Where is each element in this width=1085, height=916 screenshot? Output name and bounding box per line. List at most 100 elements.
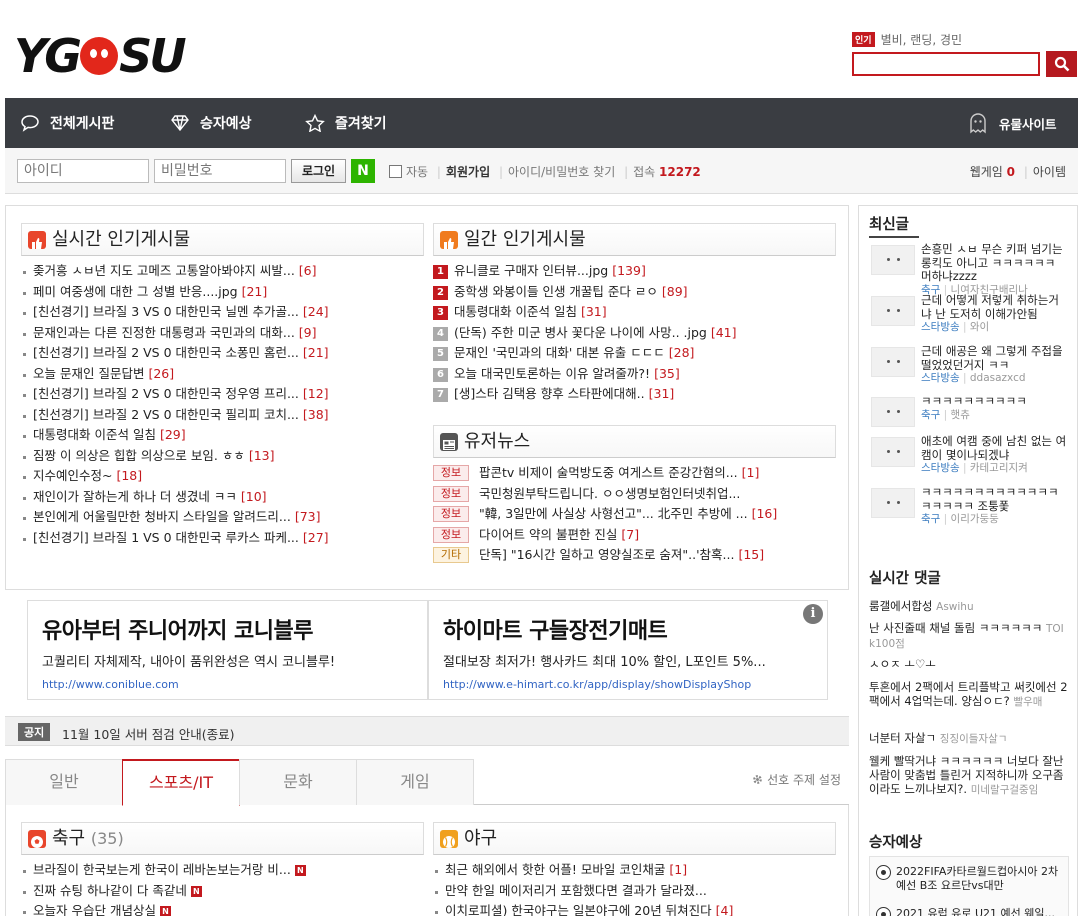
find-account-link[interactable]: 아이디/비밀번호 찾기: [508, 165, 615, 179]
id-input[interactable]: 아이디: [17, 159, 149, 183]
list-item[interactable]: [친선경기] 브라질 2 VS 0 대한민국 정우영 프리... [12]: [21, 384, 421, 405]
tab-culture[interactable]: 문화: [239, 759, 357, 805]
list-item[interactable]: 본인에게 어울릴만한 청바지 스타일을 알려드리... [73]: [21, 507, 421, 528]
post-title: 좆거흥 ㅅㅂ년 지도 고메즈 고통알아봐야지 씨발...: [33, 263, 295, 278]
list-item[interactable]: [친선경기] 브라질 3 VS 0 대한민국 닐멘 추가골... [24]: [21, 302, 421, 323]
list-item[interactable]: 브라질이 한국보는게 한국이 레바논보는거랑 비... N: [21, 860, 421, 881]
webgame-link[interactable]: 웹게임: [970, 165, 1003, 179]
search-input[interactable]: [852, 52, 1040, 76]
list-item[interactable]: 7 [생]스타 김택용 향후 스타판에대해.. [31]: [433, 384, 836, 405]
recent-post[interactable]: 근데 애공은 왜 그렇게 주접을 떨었었던거지 ㅋㅋ 스타방송 | ddasazx…: [871, 344, 1067, 389]
comment-item[interactable]: 투혼에서 2팩에서 트리플박고 써킷에선 2팩에서 4업먹는데. 양심ㅇㄷ? 빨…: [869, 680, 1069, 709]
password-input[interactable]: 비밀번호: [154, 159, 286, 183]
list-item[interactable]: 2 중학생 와봉이들 인생 개꿀팁 준다 ㄹㅇ [89]: [433, 282, 836, 303]
popular-keyword-list[interactable]: 별비, 랜딩, 경민: [881, 33, 963, 47]
list-item[interactable]: 이치로피셜) 한국야구는 일본야구에 20년 뒤쳐진다 [4]: [433, 901, 833, 916]
list-item[interactable]: 좆거흥 ㅅㅂ년 지도 고메즈 고통알아봐야지 씨발... [6]: [21, 261, 421, 282]
recent-post[interactable]: 근데 어떻게 저렇게 취하는거냐 난 도저히 이해가안됨 스타방송 | 와이: [871, 293, 1067, 338]
notice-bar[interactable]: 공지 11월 10일 서버 점검 안내(종료): [5, 716, 849, 746]
list-item[interactable]: 대통령대화 이준석 일침 [29]: [21, 425, 421, 446]
list-item[interactable]: 정보 다이어트 약의 불편한 진실 [7]: [433, 525, 836, 546]
ad-himart[interactable]: 하이마트 구들장전기매트 절대보장 최저가! 행사카드 최대 10% 할인, L…: [428, 600, 828, 700]
comment-item[interactable]: 너분터 자살ㄱ 징징이들자살ㄱ: [869, 731, 1069, 746]
tab-game[interactable]: 게임: [356, 759, 474, 805]
nav-favorites[interactable]: 즐겨찾기: [305, 98, 387, 148]
predict-item[interactable]: 2021 유럽 유로 U21 예선 웨일...: [876, 907, 1066, 916]
login-button[interactable]: 로그인: [291, 159, 346, 183]
search-button[interactable]: [1046, 51, 1077, 77]
recent-post[interactable]: 손흥민 ㅅㅂ 무슨 키퍼 넘기는 롱킥도 아니고 ㅋㅋㅋㅋㅋㅋ 머하냐zzzz 축…: [871, 242, 1067, 296]
list-item[interactable]: 1 유니클로 구매자 인터뷰...jpg [139]: [433, 261, 836, 282]
comment-item[interactable]: 난 사진줄때 채널 돌림 ㅋㅋㅋㅋㅋㅋ TOIk100점: [869, 621, 1069, 651]
comment-item[interactable]: 룸갤에서합성 Aswihu: [869, 599, 1069, 614]
predict-item[interactable]: 2022FIFA카타르월드컵아시아 2차예선 B조 요르단vs대만: [876, 865, 1066, 893]
soccer-ball-icon: [876, 865, 891, 880]
list-item[interactable]: 문재인과는 다른 진정한 대통령과 국민과의 대화... [9]: [21, 323, 421, 344]
comment-item[interactable]: 웰케 빨딱거냐 ㅋㅋㅋㅋㅋㅋ 너보다 잘난사람이 맞춤법 틀린거 지적하니까 오…: [869, 754, 1069, 797]
predict-box: 2022FIFA카타르월드컵아시아 2차예선 B조 요르단vs대만 2021 유…: [869, 856, 1069, 916]
auto-login-checkbox[interactable]: [389, 165, 402, 178]
list-item[interactable]: 진짜 슈팅 하나같이 다 족같네 N: [21, 881, 421, 902]
comment-count: [16]: [751, 506, 778, 521]
notice-text[interactable]: 11월 10일 서버 점검 안내(종료): [62, 724, 234, 743]
post-title: 유니클로 구매자 인터뷰...jpg: [454, 263, 609, 278]
post-title: 재인이가 잘하는게 하나 더 생겼네 ㅋㅋ: [33, 488, 237, 504]
nav-ghost-site[interactable]: 유물사이트: [967, 98, 1057, 148]
post-title: [친선경기] 브라질 2 VS 0 대한민국 필리피 코치...: [33, 406, 299, 422]
ad-info-icon[interactable]: i: [803, 604, 823, 624]
list-item[interactable]: 5 문재인 '국민과의 대화' 대본 유출 ㄷㄷㄷ [28]: [433, 343, 836, 364]
preference-settings[interactable]: 선호 주제 설정: [752, 771, 841, 788]
list-item[interactable]: 페미 여중생에 대한 그 성별 반응....jpg [21]: [21, 282, 421, 303]
list-item[interactable]: 4 (단독) 주한 미군 병사 꽃다운 나이에 사망.. .jpg [41]: [433, 323, 836, 344]
list-item[interactable]: 정보 "韓, 3일만에 사실상 사형선고"... 北주민 추방에 ... [16]: [433, 504, 836, 525]
recent-post-author: ddasazxcd: [969, 372, 1026, 384]
soccer-title[interactable]: 축구: [52, 828, 85, 849]
list-item[interactable]: 정보 팝콘tv 비제이 술먹방도중 여게스트 준강간혐의... [1]: [433, 463, 836, 484]
list-item[interactable]: 3 대통령대화 이준석 일침 [31]: [433, 302, 836, 323]
recent-posts-title: 최신글: [869, 217, 910, 233]
recent-post[interactable]: ㅋㅋㅋㅋㅋㅋㅋㅋㅋㅋㅋㅋㅋㅋㅋㅋㅋㅋ 조퉁퐃 축구 | 이리가둥둥: [871, 485, 1067, 530]
tab-general[interactable]: 일반: [5, 759, 123, 805]
soccer-header: 축구 (35): [21, 822, 424, 855]
post-title: 문재인 '국민과의 대화' 대본 유출 ㄷㄷㄷ: [454, 345, 665, 360]
list-item[interactable]: 6 오늘 대국민토론하는 이유 알려줄까?! [35]: [433, 364, 836, 385]
comment-item[interactable]: ㅅㅇㅈ ㅗ♡ㅗ: [869, 657, 1069, 672]
list-item[interactable]: 재인이가 잘하는게 하나 더 생겼네 ㅋㅋ [10]: [21, 487, 421, 508]
list-item[interactable]: [친선경기] 브라질 1 VS 0 대한민국 루카스 파케... [27]: [21, 528, 421, 549]
list-item[interactable]: [친선경기] 브라질 2 VS 0 대한민국 필리피 코치... [38]: [21, 405, 421, 426]
list-item[interactable]: 최근 해외에서 핫한 어플! 모바일 코인채굴 [1]: [433, 860, 833, 881]
post-title: [친선경기] 브라질 3 VS 0 대한민국 닐멘 추가골...: [33, 304, 299, 319]
recent-post[interactable]: 애초에 여캠 중에 남친 없는 여캠이 몇이나되겠냐 스타방송 | 카테고리지켜: [871, 434, 1067, 479]
online-count: 12272: [659, 165, 701, 179]
logo[interactable]: YG SU: [14, 26, 194, 86]
list-item[interactable]: [친선경기] 브라질 2 VS 0 대한민국 소퐁민 홈런... [21]: [21, 343, 421, 364]
tab-sports-it[interactable]: 스포츠/IT: [122, 759, 240, 806]
recent-post[interactable]: ㅋㅋㅋㅋㅋㅋㅋㅋㅋㅋ 축구 | 햇츄: [871, 394, 1067, 439]
post-title: 이치로피셜) 한국야구는 일본야구에 20년 뒤쳐진다: [445, 903, 712, 916]
search-icon: [1054, 56, 1069, 72]
rank-badge: 7: [433, 388, 448, 402]
post-title: (단독) 주한 미군 병사 꽃다운 나이에 사망.. .jpg: [454, 324, 707, 340]
list-item[interactable]: 만약 한일 메이저리거 포함했다면 결과가 달라졌...: [433, 881, 833, 902]
realtime-list: 좆거흥 ㅅㅂ년 지도 고메즈 고통알아봐야지 씨발... [6] 페미 여중생에 …: [21, 261, 421, 548]
baseball-title[interactable]: 야구: [464, 828, 497, 849]
signup-link[interactable]: 회원가입: [446, 165, 490, 179]
recent-post-text: 손흥민 ㅅㅂ 무슨 키퍼 넘기는 롱킥도 아니고 ㅋㅋㅋㅋㅋㅋ 머하냐zzzz: [921, 242, 1063, 283]
auto-login-label[interactable]: 자동: [406, 165, 428, 179]
item-link[interactable]: 아이템: [1033, 165, 1066, 179]
popular-badge: 인기: [852, 32, 875, 47]
nav-predict[interactable]: 승자예상: [170, 98, 252, 148]
realtime-comments-title: 실시간 댓글: [869, 571, 941, 587]
list-item[interactable]: 정보 국민청원부탁드립니다. ㅇㅇ생명보험인터넷취업...: [433, 484, 836, 505]
list-item[interactable]: 기타 단독] "16시간 일하고 영양실조로 숨져"..'참혹... [15]: [433, 545, 836, 566]
list-item[interactable]: 오늘 문재인 질문답변 [26]: [21, 364, 421, 385]
nav-board[interactable]: 전체게시판: [20, 98, 114, 148]
list-item[interactable]: 오늘자 우습단 개념상실 N: [21, 901, 421, 916]
list-item[interactable]: 짐짱 이 의상은 힙합 의상으로 보임. ㅎㅎ [13]: [21, 446, 421, 467]
naver-login-button[interactable]: N: [351, 159, 375, 183]
recent-post-author: 와이: [969, 321, 990, 333]
popular-keywords: 인기 별비, 랜딩, 경민: [852, 31, 962, 48]
list-item[interactable]: 지수예인수정~ [18]: [21, 466, 421, 487]
ad-coniblue[interactable]: 유아부터 주니어까지 코니블루 고퀄리티 자체제작, 내아이 품위완성은 역시 …: [27, 600, 428, 700]
comment-text: 난 사진줄때 채널 돌림 ㅋㅋㅋㅋㅋㅋ: [869, 621, 1043, 635]
